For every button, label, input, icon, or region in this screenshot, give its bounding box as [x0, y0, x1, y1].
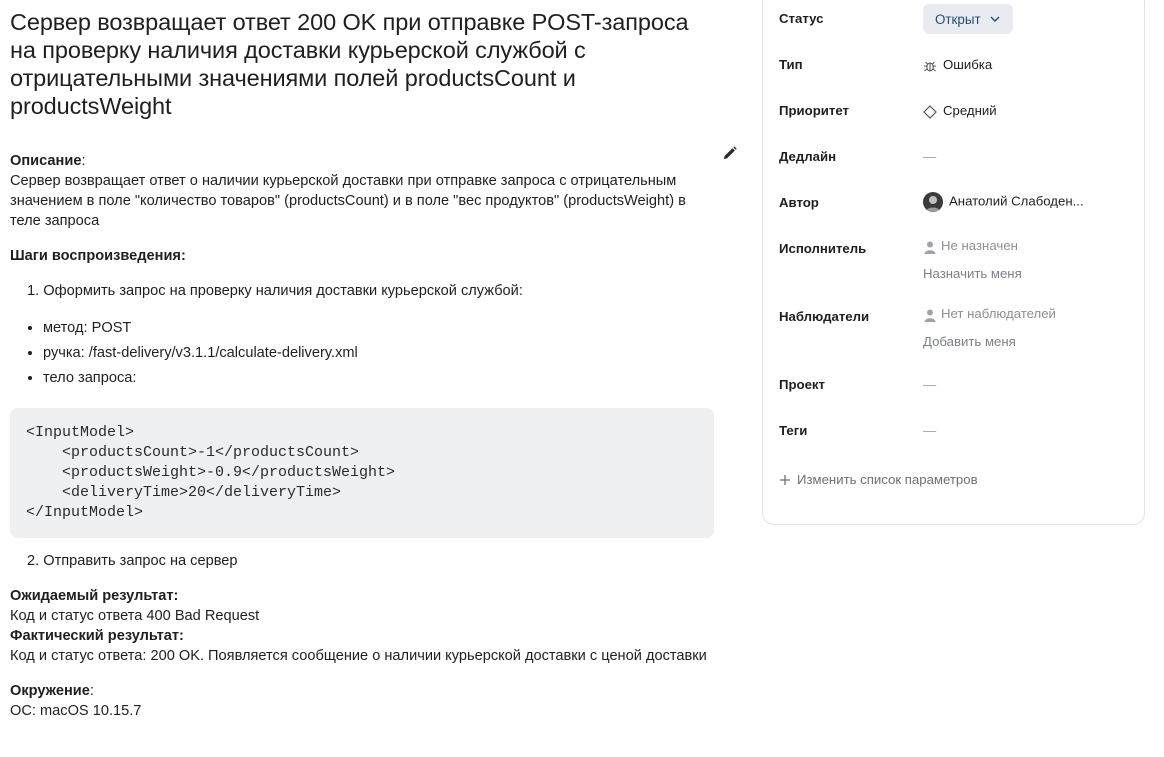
person-icon: [924, 241, 936, 254]
bug-icon: [924, 61, 936, 72]
assignee-label: Исполнитель: [779, 241, 867, 256]
change-params-label: Изменить список параметров: [797, 472, 978, 487]
author-value-wrap[interactable]: Анатолий Слабоден...: [923, 192, 1084, 212]
add-me-link[interactable]: Добавить меня: [923, 334, 1016, 349]
tags-label: Теги: [779, 423, 808, 438]
description-block: Описание: Сервер возвращает ответ о нали…: [10, 146, 737, 231]
code-line: </InputModel>: [26, 504, 144, 521]
author-name: Анатолий Слабоден...: [949, 193, 1084, 209]
environment-heading: Окружение:: [10, 683, 94, 699]
pencil-icon[interactable]: [722, 145, 738, 161]
person-icon: [924, 309, 936, 322]
actual-heading: Фактический результат:: [10, 628, 184, 644]
properties-panel: Статус Открыт Тип Ошибка Приоритет Средн…: [762, 0, 1145, 525]
environment-text: ОС: macOS 10.15.7: [10, 703, 142, 719]
actual-text: Код и статус ответа: 200 OK. Появляется …: [10, 648, 707, 664]
project-label: Проект: [779, 377, 825, 392]
description-heading: Описание:: [10, 153, 86, 169]
chevron-down-icon: [990, 16, 1000, 22]
expected-text: Код и статус ответа 400 Bad Request: [10, 608, 260, 624]
deadline-value[interactable]: —: [923, 149, 936, 164]
project-value[interactable]: —: [923, 377, 936, 392]
code-line: <deliveryTime>20</deliveryTime>: [26, 484, 342, 501]
description-text: Сервер возвращает ответ о наличии курьер…: [10, 173, 686, 229]
plus-icon: [780, 474, 790, 485]
step-2: 2. Отправить запрос на сервер: [27, 553, 238, 569]
steps-heading: Шаги воспроизведения:: [10, 248, 186, 264]
priority-value: Средний: [943, 103, 997, 118]
code-line: <productsCount>-1</productsCount>: [26, 444, 360, 461]
assignee-value-wrap[interactable]: Не назначен: [923, 238, 1018, 254]
type-label: Тип: [779, 57, 803, 72]
watchers-value: Нет наблюдателей: [941, 306, 1056, 321]
type-value-wrap[interactable]: Ошибка: [923, 57, 992, 73]
status-dropdown[interactable]: Открыт: [923, 4, 1013, 34]
step-1-bullets: метод: POST ручка: /fast-delivery/v3.1.1…: [10, 316, 714, 391]
assignee-value: Не назначен: [941, 238, 1018, 253]
issue-main: Сервер возвращает ответ 200 OK при отпра…: [10, 8, 737, 721]
assign-me-link[interactable]: Назначить меня: [923, 266, 1022, 281]
request-body-code[interactable]: <InputModel> <productsCount>-1</products…: [10, 408, 714, 538]
status-value: Открыт: [935, 11, 981, 27]
avatar: [923, 192, 943, 212]
status-label: Статус: [779, 11, 824, 26]
watchers-label: Наблюдатели: [779, 309, 870, 324]
priority-label: Приоритет: [779, 103, 849, 118]
expected-heading: Ожидаемый результат:: [10, 588, 179, 604]
priority-value-wrap[interactable]: Средний: [923, 103, 997, 119]
code-line: <productsWeight>-0.9</productsWeight>: [26, 464, 396, 481]
list-item: ручка: /fast-delivery/v3.1.1/calculate-d…: [43, 341, 714, 366]
author-label: Автор: [779, 195, 819, 210]
type-value: Ошибка: [943, 57, 993, 72]
step-1: 1. Оформить запрос на проверку наличия д…: [27, 283, 523, 299]
code-line: <InputModel>: [26, 424, 135, 441]
list-item: тело запроса:: [43, 366, 714, 391]
change-params-button[interactable]: Изменить список параметров: [779, 472, 978, 487]
deadline-label: Дедлайн: [779, 149, 837, 164]
watchers-value-wrap[interactable]: Нет наблюдателей: [923, 306, 1056, 322]
issue-title: Сервер возвращает ответ 200 OK при отпра…: [10, 9, 689, 119]
tags-value[interactable]: —: [923, 423, 936, 438]
list-item: метод: POST: [43, 316, 714, 341]
diamond-icon: [923, 104, 937, 119]
